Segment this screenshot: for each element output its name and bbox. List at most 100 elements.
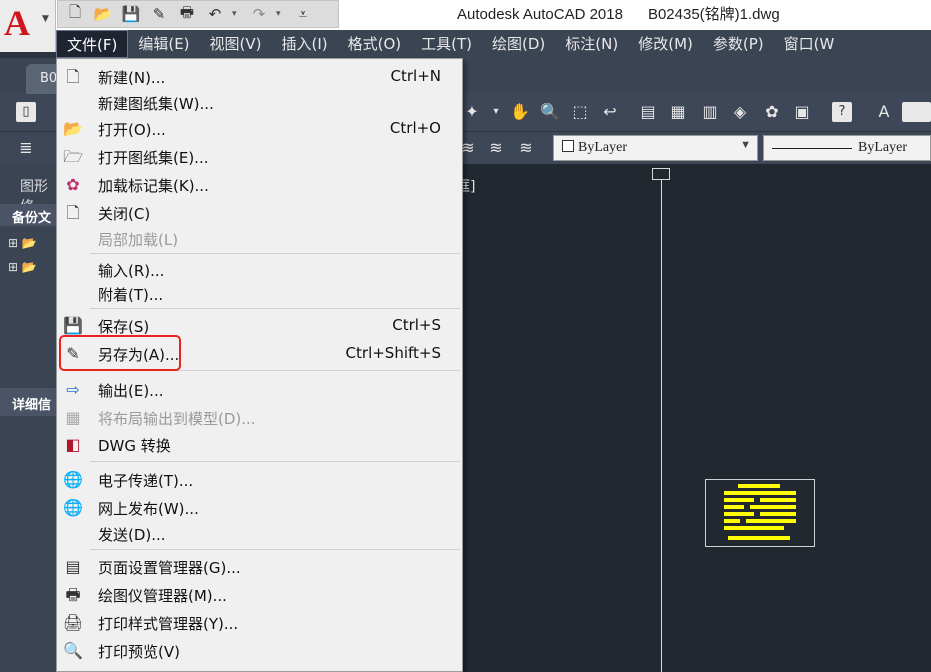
menu-modify[interactable]: 修改(M) xyxy=(628,30,703,58)
menu-item-label: 输入(R)... xyxy=(98,262,165,280)
pan-realtime-icon[interactable]: ✋ xyxy=(510,102,530,122)
layer-combo-value: ByLayer xyxy=(578,140,627,155)
drawing-line xyxy=(750,505,796,509)
color-control-combo[interactable]: ByLayer ▼ xyxy=(553,135,758,161)
menu-item-attach[interactable]: 附着(T)... xyxy=(57,280,462,308)
zoom-previous-icon[interactable]: ↩ xyxy=(600,102,620,122)
redo-icon[interactable]: ↷ xyxy=(248,4,270,24)
layout-to-model-icon: ▦ xyxy=(65,408,81,427)
undo-icon[interactable]: ↶ xyxy=(204,4,226,24)
menu-window[interactable]: 窗口(W xyxy=(774,30,845,58)
menu-edit[interactable]: 编辑(E) xyxy=(128,30,199,58)
make-current-icon[interactable]: ≋ xyxy=(516,138,536,158)
menu-file[interactable]: 文件(F) xyxy=(56,30,129,58)
menu-item-layout-to-model: ▦ 将布局输出到模型(D)... xyxy=(57,404,462,432)
open-icon[interactable]: 📂 xyxy=(92,4,114,24)
chevron-down-icon[interactable]: ▾ xyxy=(486,102,506,122)
drawing-line xyxy=(746,519,796,523)
menu-item-close[interactable]: 🗋 关闭(C) xyxy=(57,199,462,227)
details-header[interactable]: 详细信 xyxy=(0,388,60,416)
properties-icon[interactable]: ▤ xyxy=(638,102,658,122)
menu-tools[interactable]: 工具(T) xyxy=(411,30,482,58)
zoom-window-icon[interactable]: ⬚ xyxy=(570,102,590,122)
menu-item-label: 将布局输出到模型(D)... xyxy=(98,410,256,428)
pan-tool-icon[interactable]: ✦ xyxy=(462,102,482,122)
markup-icon[interactable]: ✿ xyxy=(762,102,782,122)
menu-separator xyxy=(90,549,460,550)
chevron-down-icon: ▼ xyxy=(42,14,49,24)
drawing-area[interactable] xyxy=(463,164,931,672)
plotter-icon: 🖶 xyxy=(65,585,81,604)
menu-item-open[interactable]: 📂 打开(O)... Ctrl+O xyxy=(57,115,462,143)
zoom-realtime-icon[interactable]: 🔍 xyxy=(540,102,560,122)
save-icon[interactable]: 💾 xyxy=(120,4,142,24)
menu-insert[interactable]: 插入(I) xyxy=(272,30,338,58)
menu-item-label: 保存(S) xyxy=(98,318,150,336)
markup-set-icon: ✿ xyxy=(66,175,80,194)
application-menu-button[interactable]: A ▼ xyxy=(0,0,56,52)
menu-draw[interactable]: 绘图(D) xyxy=(482,30,555,58)
customize-qat-icon[interactable]: ⩡ xyxy=(292,4,314,24)
export-icon: ⇨ xyxy=(66,380,80,399)
menu-item-label: DWG 转换 xyxy=(98,437,171,455)
grip-handle[interactable] xyxy=(652,168,670,180)
text-style-combo[interactable] xyxy=(902,102,931,122)
menu-item-open-sheetset[interactable]: 🗁 打开图纸集(E)... xyxy=(57,143,462,171)
drawing-recovery-panel: 图形修 备份文 ⊞ 📂 ⊞ 📂 详细信 xyxy=(0,164,60,672)
design-center-icon[interactable]: ▦ xyxy=(668,102,688,122)
qnew-icon[interactable]: ▯ xyxy=(16,102,36,122)
tree-node[interactable]: ⊞ 📂 xyxy=(8,236,58,254)
menu-item-export[interactable]: ⇨ 输出(E)... xyxy=(57,376,462,404)
new-icon[interactable]: 🗋 xyxy=(64,3,86,24)
menu-item-plot-style-manager[interactable]: 🖨 打印样式管理器(Y)... xyxy=(57,609,462,637)
linetype-control-combo[interactable]: ByLayer xyxy=(763,135,931,161)
print-icon[interactable]: 🖶 xyxy=(176,3,198,24)
layer-previous-icon[interactable]: ≋ xyxy=(486,138,506,158)
menu-item-shortcut: Ctrl+N xyxy=(390,67,441,85)
help-icon[interactable]: ? xyxy=(832,102,852,122)
menu-item-publish-web[interactable]: 🌐 网上发布(W)... xyxy=(57,494,462,522)
annotation-highlight-box xyxy=(59,335,181,371)
menu-item-send[interactable]: 发送(D)... xyxy=(57,520,462,548)
menu-separator xyxy=(90,253,460,254)
drawing-line xyxy=(760,512,796,516)
save-icon: 💾 xyxy=(63,316,83,335)
autocad-logo-icon: A xyxy=(4,3,30,43)
menu-item-label: 绘图仪管理器(M)... xyxy=(98,587,227,605)
menu-item-load-markup[interactable]: ✿ 加载标记集(K)... xyxy=(57,171,462,199)
tool-palettes-icon[interactable]: ▥ xyxy=(700,102,720,122)
plot-style-icon: 🖨 xyxy=(62,613,84,632)
menu-item-label: 打印预览(V) xyxy=(98,643,180,661)
calculator-icon[interactable]: ▣ xyxy=(792,102,812,122)
menu-dimension[interactable]: 标注(N) xyxy=(555,30,628,58)
open-sheetset-icon: 🗁 xyxy=(63,147,83,166)
publish-web-icon: 🌐 xyxy=(63,498,83,517)
sheet-set-icon[interactable]: ◈ xyxy=(730,102,750,122)
menu-item-page-setup[interactable]: ▤ 页面设置管理器(G)... xyxy=(57,553,462,581)
menu-parametric[interactable]: 参数(P) xyxy=(703,30,774,58)
menu-format[interactable]: 格式(O) xyxy=(338,30,412,58)
layer-properties-icon[interactable]: ≣ xyxy=(16,138,36,158)
backup-files-header[interactable]: 备份文 xyxy=(0,204,60,226)
redo-dropdown-icon[interactable]: ▾ xyxy=(276,9,286,19)
menu-item-label: 网上发布(W)... xyxy=(98,500,199,518)
menu-item-label: 局部加载(L) xyxy=(98,231,179,249)
dwg-convert-icon: ◧ xyxy=(65,435,81,454)
tree-node[interactable]: ⊞ 📂 xyxy=(8,260,58,278)
menu-item-plotter-manager[interactable]: 🖶 绘图仪管理器(M)... xyxy=(57,581,462,609)
menu-item-new-sheetset[interactable]: 新建图纸集(W)... xyxy=(57,89,462,117)
etransmit-icon: 🌐 xyxy=(63,470,83,489)
print-preview-icon: 🔍 xyxy=(63,641,83,660)
menu-item-print-preview[interactable]: 🔍 打印预览(V) xyxy=(57,637,462,665)
menu-view[interactable]: 视图(V) xyxy=(200,30,272,58)
text-style-icon[interactable]: A xyxy=(874,102,894,122)
saveas-icon[interactable]: ✎ xyxy=(148,4,170,24)
drawing-line xyxy=(724,505,744,509)
menu-item-label: 新建(N)... xyxy=(98,69,166,87)
menu-item-new[interactable]: 🗋 新建(N)... Ctrl+N xyxy=(57,63,462,91)
menu-item-dwg-convert[interactable]: ◧ DWG 转换 xyxy=(57,431,462,459)
menu-item-label: 打开图纸集(E)... xyxy=(98,149,209,167)
menu-item-label: 输出(E)... xyxy=(98,382,164,400)
undo-dropdown-icon[interactable]: ▾ xyxy=(232,9,242,19)
menu-item-etransmit[interactable]: 🌐 电子传递(T)... xyxy=(57,466,462,494)
